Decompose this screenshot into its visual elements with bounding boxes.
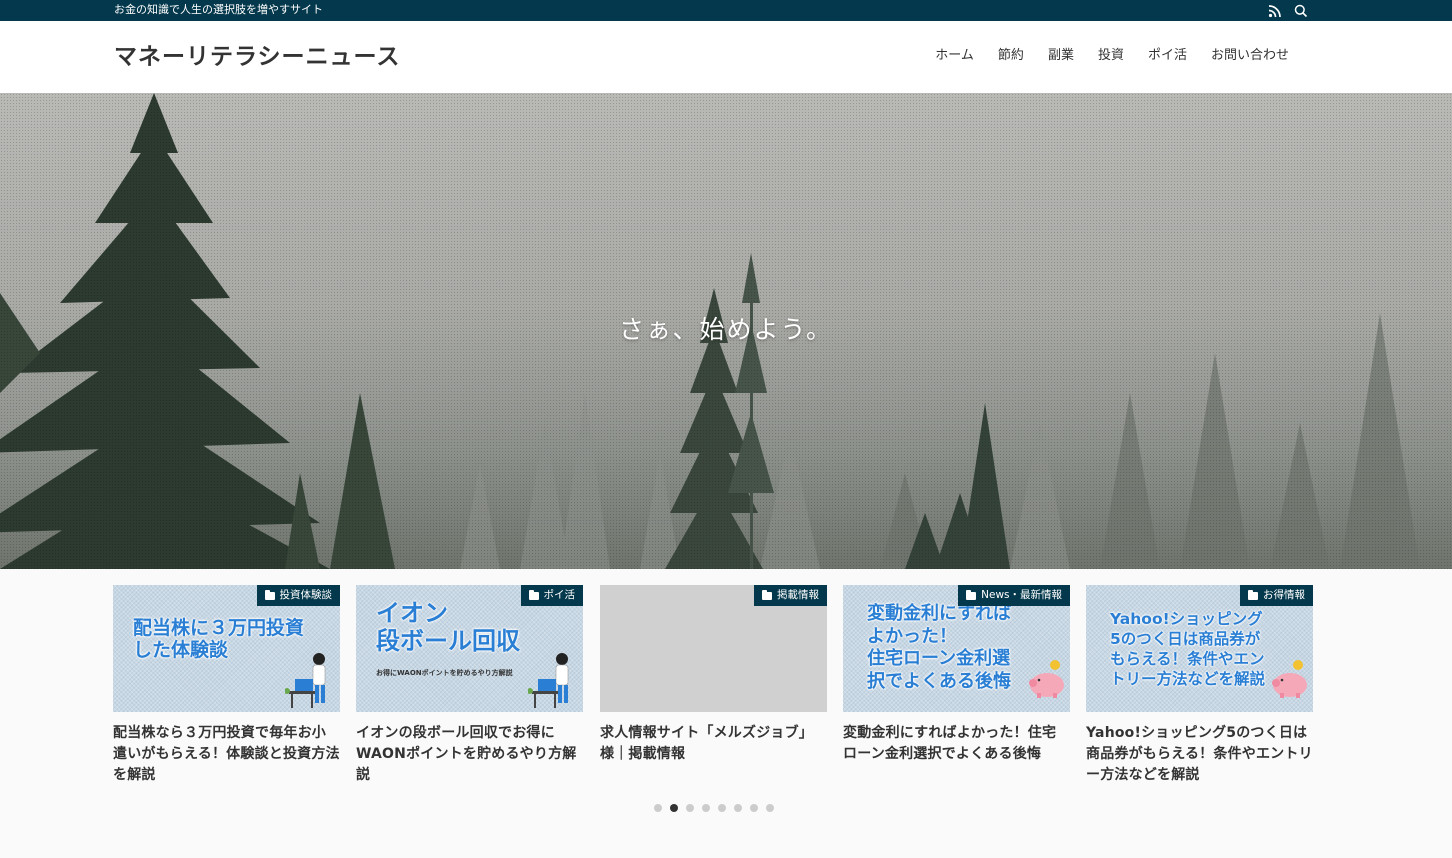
card-title[interactable]: 求人情報サイト「メルズジョブ」様｜掲載情報 — [600, 723, 827, 765]
hero-catchphrase: さぁ、始めよう。 — [618, 315, 833, 344]
pager-dot[interactable] — [750, 804, 758, 812]
category-label: ポイ活 — [543, 589, 576, 601]
carousel-card[interactable]: イオン 段ボール回収 お得にWAONポイントを貯めるやり方解説 イオンの段ボール… — [356, 585, 583, 786]
category-badge[interactable]: 投資体験談 — [256, 585, 340, 606]
pager-dot-active[interactable] — [670, 804, 678, 812]
person-illustration — [528, 653, 569, 708]
thumbnail-text: 変動金利にすれば よかった！ 住宅ローン金利選 択でよくある後悔 — [867, 603, 1012, 693]
folder-icon — [528, 589, 539, 600]
thumbnail-text: Yahoo!ショッピング 5のつく日は商品券が もらえる！条件やエン トリー方法… — [1110, 610, 1266, 689]
pager-dot[interactable] — [766, 804, 774, 812]
pager-dot[interactable] — [702, 804, 710, 812]
thumbnail-subtext: お得にWAONポイントを貯めるやり方解説 — [376, 669, 513, 677]
category-label: 投資体験談 — [279, 589, 333, 601]
pager-dot[interactable] — [686, 804, 694, 812]
card-title[interactable]: 配当株なら３万円投資で毎年お小遣いがもらえる！体験談と投資方法を解説 — [113, 723, 340, 786]
category-label: 掲載情報 — [777, 589, 819, 601]
carousel-card[interactable]: 求人情報サイト「メルズジョブ」様｜掲載情報 — [600, 585, 827, 765]
carousel-pagination — [654, 804, 774, 812]
top-bar: お金の知識で人生の選択肢を増やすサイト — [0, 0, 1452, 21]
nav-item-side-job[interactable]: 副業 — [1036, 46, 1086, 66]
site-logo[interactable]: マネーリテラシーニュース — [114, 42, 400, 72]
category-badge[interactable]: 掲載情報 — [754, 585, 827, 606]
folder-icon — [966, 589, 977, 600]
folder-icon — [762, 589, 772, 600]
carousel-card[interactable]: 配当株に３万円投資 した体験談 配当株なら３万円投資で毎年お小遣いがもらえる！体… — [113, 585, 340, 786]
category-label: News・最新情報 — [981, 589, 1062, 601]
thumbnail-text: 配当株に３万円投資 した体験談 — [133, 617, 305, 662]
post-carousel: 配当株に３万円投資 した体験談 配当株なら３万円投資で毎年お小遣いがもらえる！体… — [113, 585, 1314, 795]
hero-banner: さぁ、始めよう。 — [0, 93, 1452, 569]
card-title[interactable]: Yahoo!ショッピング5のつく日は商品券がもらえる！条件やエントリー方法などを… — [1086, 723, 1313, 786]
category-badges: 投資体験談 ポイ活 掲載情報 News・最新情報 お得情報 — [113, 585, 1314, 606]
piggy-bank-illustration — [1029, 660, 1064, 698]
nav-item-contact[interactable]: お問い合わせ — [1199, 46, 1301, 66]
category-badge[interactable]: お得情報 — [1240, 585, 1313, 606]
category-badge[interactable]: News・最新情報 — [958, 585, 1070, 606]
carousel-card[interactable]: Yahoo!ショッピング 5のつく日は商品券が もらえる！条件やエン トリー方法… — [1086, 585, 1313, 786]
rss-icon[interactable] — [1268, 3, 1282, 18]
nav-item-saving[interactable]: 節約 — [986, 46, 1036, 66]
nav-item-points[interactable]: ポイ活 — [1136, 46, 1199, 66]
category-label: お得情報 — [1263, 589, 1305, 601]
card-title[interactable]: 変動金利にすればよかった！住宅ローン金利選択でよくある後悔 — [843, 723, 1070, 765]
global-nav: ホーム 節約 副業 投資 ポイ活 お問い合わせ — [923, 46, 1301, 66]
nav-item-investment[interactable]: 投資 — [1086, 46, 1136, 66]
pager-dot[interactable] — [654, 804, 662, 812]
site-tagline: お金の知識で人生の選択肢を増やすサイト — [114, 3, 323, 16]
nav-item-home[interactable]: ホーム — [923, 46, 986, 66]
folder-icon — [264, 589, 275, 600]
pager-dot[interactable] — [718, 804, 726, 812]
carousel-card[interactable]: 変動金利にすれば よかった！ 住宅ローン金利選 択でよくある後悔 変動金利にすれ… — [843, 585, 1070, 765]
card-title[interactable]: イオンの段ボール回収でお得にWAONポイントを貯めるやり方解説 — [356, 723, 583, 786]
category-badge[interactable]: ポイ活 — [520, 585, 583, 606]
folder-icon — [1248, 589, 1258, 600]
person-illustration — [285, 653, 326, 708]
site-header: マネーリテラシーニュース ホーム 節約 副業 投資 ポイ活 お問い合わせ — [0, 21, 1452, 93]
thumbnail-text: イオン 段ボール回収 — [376, 599, 520, 656]
search-icon[interactable] — [1294, 3, 1308, 18]
piggy-bank-illustration — [1272, 660, 1307, 698]
pager-dot[interactable] — [734, 804, 742, 812]
